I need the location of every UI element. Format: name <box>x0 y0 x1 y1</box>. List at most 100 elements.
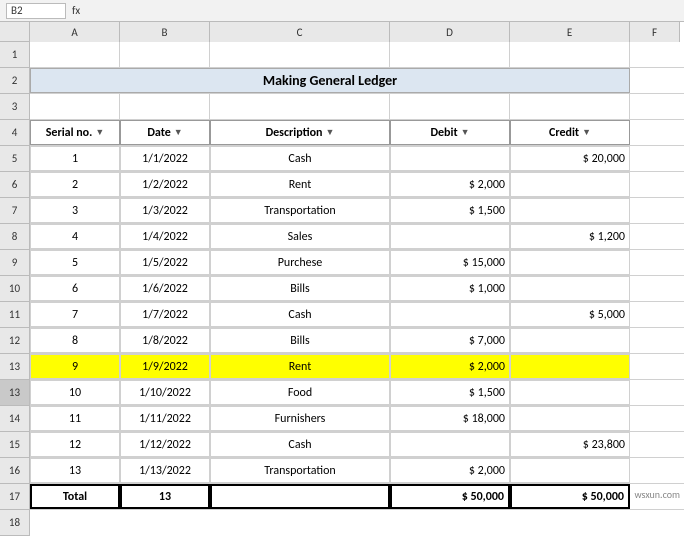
cell-serial-12[interactable]: 12 <box>30 432 120 457</box>
cell-debit-9[interactable]: $ 2,000 <box>390 354 510 379</box>
row-header-15[interactable]: 14 <box>0 406 30 432</box>
cell-desc-7[interactable]: Cash <box>210 302 390 327</box>
name-box[interactable]: B2 <box>6 3 66 19</box>
cell-serial-6[interactable]: 6 <box>30 276 120 301</box>
cell-debit-12[interactable] <box>390 432 510 457</box>
cell-date-2[interactable]: 1/2/2022 <box>120 172 210 197</box>
cell-date-9[interactable]: 1/9/2022 <box>120 354 210 379</box>
cell-debit-7[interactable] <box>390 302 510 327</box>
cell-date-6[interactable]: 1/6/2022 <box>120 276 210 301</box>
row-header-6[interactable]: 6 <box>0 172 30 198</box>
cell-debit-5[interactable]: $ 15,000 <box>390 250 510 275</box>
cell-credit-11[interactable] <box>510 406 630 431</box>
serial-dropdown-icon[interactable]: ▼ <box>95 127 104 138</box>
cell-debit-11[interactable]: $ 18,000 <box>390 406 510 431</box>
row-header-14[interactable]: 13 <box>0 380 30 406</box>
cell-date-3[interactable]: 1/3/2022 <box>120 198 210 223</box>
cell-e1[interactable] <box>390 42 510 67</box>
cell-credit-5[interactable] <box>510 250 630 275</box>
cell-date-7[interactable]: 1/7/2022 <box>120 302 210 327</box>
cell-date-12[interactable]: 1/12/2022 <box>120 432 210 457</box>
cell-d3[interactable] <box>210 94 390 119</box>
cell-debit-1[interactable] <box>390 146 510 171</box>
cell-serial-8[interactable]: 8 <box>30 328 120 353</box>
cell-desc-5[interactable]: Purchese <box>210 250 390 275</box>
cell-desc-4[interactable]: Sales <box>210 224 390 249</box>
cell-credit-12[interactable]: $ 23,800 <box>510 432 630 457</box>
cell-credit-9[interactable] <box>510 354 630 379</box>
col-header-e[interactable]: D <box>390 22 510 42</box>
cell-debit-4[interactable] <box>390 224 510 249</box>
header-credit[interactable]: Credit ▼ <box>510 120 630 145</box>
row-header-3[interactable]: 3 <box>0 94 30 120</box>
cell-c1[interactable] <box>120 42 210 67</box>
row-header-10[interactable]: 10 <box>0 276 30 302</box>
cell-b1[interactable] <box>30 42 120 67</box>
row-header-11[interactable]: 11 <box>0 302 30 328</box>
cell-serial-13[interactable]: 13 <box>30 458 120 483</box>
cell-serial-7[interactable]: 7 <box>30 302 120 327</box>
header-serial[interactable]: Serial no. ▼ <box>30 120 120 145</box>
row-header-2[interactable]: 2 <box>0 68 30 94</box>
cell-serial-10[interactable]: 10 <box>30 380 120 405</box>
cell-desc-1[interactable]: Cash <box>210 146 390 171</box>
row-header-4[interactable]: 4 <box>0 120 30 146</box>
cell-debit-2[interactable]: $ 2,000 <box>390 172 510 197</box>
cell-c3[interactable] <box>120 94 210 119</box>
cell-serial-4[interactable]: 4 <box>30 224 120 249</box>
cell-f3[interactable] <box>510 94 630 119</box>
cell-date-8[interactable]: 1/8/2022 <box>120 328 210 353</box>
row-header-5[interactable]: 5 <box>0 146 30 172</box>
cell-serial-9[interactable]: 9 <box>30 354 120 379</box>
cell-debit-10[interactable]: $ 1,500 <box>390 380 510 405</box>
col-header-c[interactable]: B <box>120 22 210 42</box>
cell-desc-3[interactable]: Transportation <box>210 198 390 223</box>
cell-credit-1[interactable]: $ 20,000 <box>510 146 630 171</box>
cell-credit-10[interactable] <box>510 380 630 405</box>
row-header-8[interactable]: 8 <box>0 224 30 250</box>
col-header-g[interactable]: F <box>630 22 680 42</box>
cell-date-10[interactable]: 1/10/2022 <box>120 380 210 405</box>
credit-dropdown-icon[interactable]: ▼ <box>582 127 591 138</box>
cell-debit-8[interactable]: $ 7,000 <box>390 328 510 353</box>
cell-desc-11[interactable]: Furnishers <box>210 406 390 431</box>
cell-desc-10[interactable]: Food <box>210 380 390 405</box>
cell-desc-2[interactable]: Rent <box>210 172 390 197</box>
cell-date-11[interactable]: 1/11/2022 <box>120 406 210 431</box>
row-header-7[interactable]: 7 <box>0 198 30 224</box>
debit-dropdown-icon[interactable]: ▼ <box>461 127 470 138</box>
row-header-19[interactable]: 18 <box>0 510 30 536</box>
cell-debit-3[interactable]: $ 1,500 <box>390 198 510 223</box>
row-header-1[interactable]: 1 <box>0 42 30 68</box>
row-header-18[interactable]: 17 <box>0 484 30 510</box>
cell-desc-6[interactable]: Bills <box>210 276 390 301</box>
cell-credit-3[interactable] <box>510 198 630 223</box>
cell-desc-9[interactable]: Rent <box>210 354 390 379</box>
row-header-16[interactable]: 15 <box>0 432 30 458</box>
cell-date-13[interactable]: 1/13/2022 <box>120 458 210 483</box>
cell-date-4[interactable]: 1/4/2022 <box>120 224 210 249</box>
header-date[interactable]: Date ▼ <box>120 120 210 145</box>
desc-dropdown-icon[interactable]: ▼ <box>326 127 335 138</box>
cell-b3[interactable] <box>30 94 120 119</box>
cell-desc-12[interactable]: Cash <box>210 432 390 457</box>
cell-serial-5[interactable]: 5 <box>30 250 120 275</box>
cell-date-5[interactable]: 1/5/2022 <box>120 250 210 275</box>
row-header-17[interactable]: 16 <box>0 458 30 484</box>
date-dropdown-icon[interactable]: ▼ <box>174 127 183 138</box>
header-debit[interactable]: Debit ▼ <box>390 120 510 145</box>
col-header-b[interactable]: A <box>30 22 120 42</box>
cell-e3[interactable] <box>390 94 510 119</box>
cell-debit-6[interactable]: $ 1,000 <box>390 276 510 301</box>
col-header-f[interactable]: E <box>510 22 630 42</box>
cell-desc-13[interactable]: Transportation <box>210 458 390 483</box>
cell-f1[interactable] <box>510 42 630 67</box>
cell-credit-6[interactable] <box>510 276 630 301</box>
row-header-12[interactable]: 12 <box>0 328 30 354</box>
cell-credit-8[interactable] <box>510 328 630 353</box>
cell-desc-8[interactable]: Bills <box>210 328 390 353</box>
cell-d1[interactable] <box>210 42 390 67</box>
row-header-9[interactable]: 9 <box>0 250 30 276</box>
cell-serial-1[interactable]: 1 <box>30 146 120 171</box>
cell-serial-2[interactable]: 2 <box>30 172 120 197</box>
